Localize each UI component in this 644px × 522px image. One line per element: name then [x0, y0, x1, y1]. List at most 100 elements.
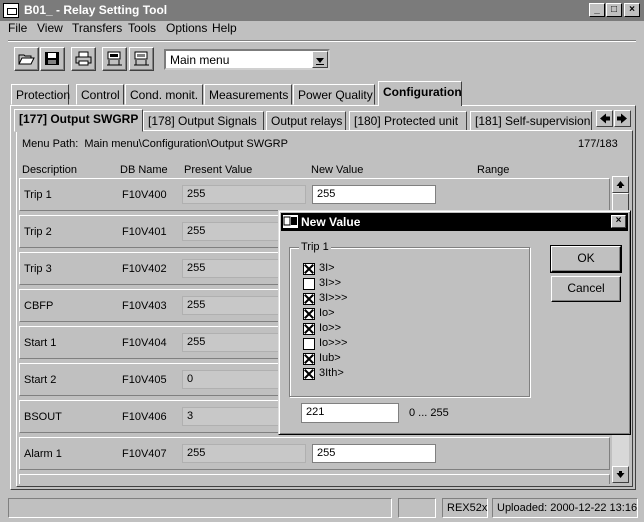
- checkbox-label: Iub>: [319, 352, 341, 364]
- subtab-self-supervision[interactable]: [181] Self-supervision: [470, 111, 592, 131]
- menu-bar: File View Transfers Tools Options Help: [0, 21, 644, 37]
- row-description: CBFP: [24, 300, 54, 312]
- col-description: Description: [22, 164, 78, 176]
- open-button[interactable]: [14, 47, 39, 71]
- row-db-name: F10V403: [122, 300, 167, 312]
- page-counter: 177/183: [578, 138, 618, 150]
- open-folder-icon: [18, 54, 35, 65]
- window-title: B01_ - Relay Setting Tool: [24, 3, 168, 17]
- transfer-up-icon: [107, 51, 122, 66]
- subtab-output-swgrp[interactable]: [177] Output SWGRP: [14, 109, 143, 132]
- scroll-up-button[interactable]: [612, 176, 629, 193]
- minimize-button[interactable]: _: [589, 3, 605, 17]
- col-new-value: New Value: [311, 164, 364, 176]
- status-blank: [398, 498, 436, 518]
- status-uploaded: Uploaded: 2000-12-22 13:16: [492, 498, 638, 518]
- row-db-name: F10V407: [122, 448, 167, 460]
- checkbox-box[interactable]: [303, 338, 315, 350]
- arrow-down-icon: [616, 471, 625, 478]
- checkbox-box[interactable]: [303, 263, 315, 275]
- dialog-title-bar: New Value ×: [281, 213, 628, 231]
- maximize-button[interactable]: □: [606, 3, 622, 17]
- row-db-name: F10V404: [122, 337, 167, 349]
- checkbox-box[interactable]: [303, 293, 315, 305]
- menu-help[interactable]: Help: [212, 21, 237, 35]
- checkbox-label: Io>: [319, 307, 335, 319]
- row-db-name: F10V401: [122, 226, 167, 238]
- dialog-app-icon: [283, 215, 298, 228]
- col-db-name: DB Name: [120, 164, 168, 176]
- checkbox-box[interactable]: [303, 353, 315, 365]
- title-bar: B01_ - Relay Setting Tool _ □ ×: [0, 0, 644, 21]
- row-description: Alarm 1: [24, 448, 62, 460]
- row-description: BSOUT: [24, 411, 62, 423]
- close-button[interactable]: ×: [624, 3, 640, 17]
- value-range: 0 ... 255: [409, 407, 449, 419]
- tab-protection[interactable]: Protection: [11, 84, 70, 105]
- group-label: Trip 1: [299, 241, 331, 253]
- status-device: REX52x: [442, 498, 488, 518]
- checkbox-label: Io>>>: [319, 337, 348, 349]
- row-new-value-input[interactable]: 255: [312, 444, 436, 463]
- menu-combo-value: Main menu: [170, 53, 230, 67]
- checkbox-box[interactable]: [303, 308, 315, 320]
- menu-view[interactable]: View: [37, 21, 63, 35]
- dialog-title: New Value: [301, 215, 361, 229]
- menu-options[interactable]: Options: [166, 21, 207, 35]
- arrow-right-icon: [617, 113, 627, 124]
- table-row[interactable]: Trip 1 F10V400 255 255: [19, 178, 610, 211]
- tab-configuration[interactable]: Configuration: [378, 81, 462, 106]
- status-message: [8, 498, 392, 518]
- row-db-name: F10V405: [122, 374, 167, 386]
- chevron-down-icon[interactable]: [312, 51, 328, 68]
- menu-tools[interactable]: Tools: [128, 21, 156, 35]
- checkbox-label: Io>>: [319, 322, 342, 334]
- arrow-left-icon: [600, 113, 610, 124]
- checkbox-box[interactable]: [303, 278, 315, 290]
- row-present-value: 255: [182, 185, 306, 204]
- tab-power-quality[interactable]: Power Quality: [293, 84, 375, 105]
- tab-measurements[interactable]: Measurements: [204, 84, 292, 105]
- printer-icon: [75, 51, 92, 66]
- save-button[interactable]: [40, 47, 65, 71]
- row-db-name: F10V406: [122, 411, 167, 423]
- ok-button[interactable]: OK: [550, 245, 622, 273]
- cancel-button[interactable]: Cancel: [551, 276, 621, 302]
- new-value-dialog: New Value × Trip 1 3I> 3I>> 3I>>> Io> Io…: [278, 210, 631, 435]
- download-button[interactable]: [129, 47, 154, 71]
- subtab-output-relays[interactable]: Output relays: [266, 111, 346, 131]
- row-db-name: F10V402: [122, 263, 167, 275]
- row-description: Start 2: [24, 374, 57, 386]
- row-new-value-input[interactable]: 255: [312, 185, 436, 204]
- value-input[interactable]: 221: [301, 403, 399, 423]
- checkbox-label: 3Ith>: [319, 367, 344, 379]
- checkbox-box[interactable]: [303, 368, 315, 380]
- table-row[interactable]: Alarm 1 F10V407 255 255: [19, 437, 610, 470]
- scroll-down-button[interactable]: [612, 466, 629, 483]
- tab-scroll-right[interactable]: [614, 110, 631, 127]
- row-description: Start 1: [24, 337, 57, 349]
- menu-transfers[interactable]: Transfers: [72, 21, 122, 35]
- menu-combo[interactable]: Main menu: [164, 49, 330, 70]
- tab-cond-monit[interactable]: Cond. monit.: [125, 84, 203, 105]
- print-button[interactable]: [71, 47, 96, 71]
- dialog-close-button[interactable]: ×: [611, 215, 626, 228]
- row-present-value: 255: [182, 444, 306, 463]
- subtab-output-signals[interactable]: [178] Output Signals: [143, 111, 264, 131]
- row-description: Trip 2: [24, 226, 52, 238]
- col-range: Range: [477, 164, 510, 176]
- table-row: [19, 474, 610, 484]
- checkbox-box[interactable]: [303, 323, 315, 335]
- row-description: Trip 1: [24, 189, 52, 201]
- menu-path: Menu Path: Main menu\Configuration\Outpu…: [22, 138, 288, 150]
- app-icon: [3, 3, 19, 18]
- tab-scroll-left[interactable]: [596, 110, 613, 127]
- transfer-down-icon: [134, 51, 149, 66]
- floppy-disk-icon: [45, 52, 59, 65]
- menu-file[interactable]: File: [8, 21, 27, 35]
- row-db-name: F10V400: [122, 189, 167, 201]
- upload-button[interactable]: [102, 47, 127, 71]
- subtab-protected-unit[interactable]: [180] Protected unit: [349, 111, 467, 131]
- row-description: Trip 3: [24, 263, 52, 275]
- tab-control[interactable]: Control: [76, 84, 124, 105]
